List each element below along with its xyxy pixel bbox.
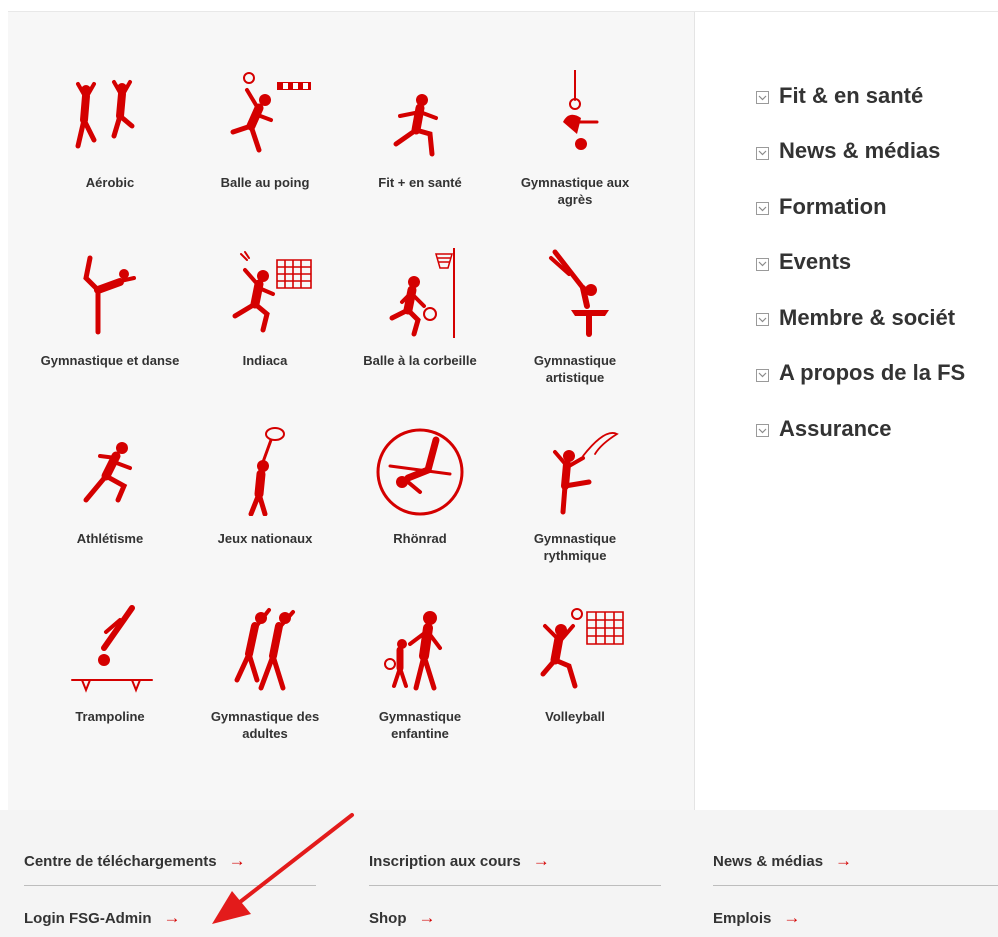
volleyball-icon xyxy=(540,608,624,689)
footer-link-label: Inscription aux cours xyxy=(369,853,521,870)
sport-label: Gymnastique rythmique xyxy=(533,531,617,563)
athletics-icon xyxy=(83,442,132,503)
sport-label: Balle au poing xyxy=(220,175,310,190)
arrow-right-icon: → xyxy=(163,908,181,927)
rhythmic-gymnastics-icon xyxy=(553,432,619,515)
sport-label: Rhönrad xyxy=(393,531,447,546)
sport-tile-corbeille[interactable]: Balle à la corbeille xyxy=(350,248,490,418)
vertical-divider xyxy=(694,12,695,810)
main-menu: Fit & en santé News & médias Formation E… xyxy=(756,68,965,457)
aerobic-icon xyxy=(75,80,135,149)
fitness-icon xyxy=(393,94,438,157)
chevron-down-icon xyxy=(756,368,769,382)
chevron-down-icon xyxy=(756,202,769,216)
sport-label: Trampoline xyxy=(75,709,145,724)
sport-tile-agres[interactable]: Gymnastique aux agrès xyxy=(505,70,645,240)
menu-item-label: Fit & en santé xyxy=(779,82,924,108)
sport-tile-jeux-nationaux[interactable]: Jeux nationaux xyxy=(195,426,335,596)
menu-item-label: Formation xyxy=(779,193,887,219)
sport-tile-rhonrad[interactable]: Rhönrad xyxy=(350,426,490,596)
menu-item-formation[interactable]: Formation xyxy=(756,179,965,235)
menu-item-label: Events xyxy=(779,249,852,275)
footer-link-shop[interactable]: Shop → xyxy=(369,908,436,928)
sport-label: Balle à la corbeille xyxy=(363,353,477,368)
fistball-icon xyxy=(230,72,311,153)
trampoline-icon xyxy=(71,605,153,693)
adult-gymnastics-icon xyxy=(234,608,295,691)
menu-item-fit[interactable]: Fit & en santé xyxy=(756,68,965,124)
national-games-icon xyxy=(248,427,285,516)
footer-link-label: Login FSG-Admin xyxy=(24,910,152,927)
footer-divider xyxy=(369,885,661,886)
arrow-right-icon: → xyxy=(418,908,436,927)
rhonrad-icon xyxy=(376,428,464,516)
sport-label: Indiaca xyxy=(242,353,288,368)
footer-link-label: Centre de téléchargements xyxy=(24,853,217,870)
footer-link-login[interactable]: Login FSG-Admin → xyxy=(24,908,180,928)
arrow-right-icon: → xyxy=(228,851,246,870)
pommel-horse-icon xyxy=(549,249,609,337)
menu-item-events[interactable]: Events xyxy=(756,235,965,291)
chevron-down-icon xyxy=(756,424,769,438)
menu-item-apropos[interactable]: A propos de la FS xyxy=(756,346,965,402)
basketball-icon xyxy=(389,248,455,338)
sport-label: Athlétisme xyxy=(76,531,144,546)
footer-divider xyxy=(24,885,316,886)
sport-label: Fit + en santé xyxy=(378,175,462,190)
sport-label: Gymnastique aux agrès xyxy=(520,175,630,207)
sport-label: Gymnastique et danse xyxy=(40,353,180,368)
menu-item-label: A propos de la FS xyxy=(779,360,966,386)
sport-tile-gym-danse[interactable]: Gymnastique et danse xyxy=(40,248,180,418)
menu-item-membre[interactable]: Membre & sociét xyxy=(756,290,965,346)
sport-tile-athletisme[interactable]: Athlétisme xyxy=(40,426,180,596)
sport-label: Jeux nationaux xyxy=(217,531,313,546)
footer-link-label: Shop xyxy=(369,910,407,927)
footer-link-courses[interactable]: Inscription aux cours → xyxy=(369,851,550,871)
footer: Centre de téléchargements → Login FSG-Adm… xyxy=(0,810,998,937)
menu-item-news[interactable]: News & médias xyxy=(756,124,965,180)
sport-label: Volleyball xyxy=(545,709,605,724)
menu-item-label: Assurance xyxy=(779,415,892,441)
sport-tile-adultes[interactable]: Gymnastique des adultes xyxy=(195,604,335,774)
indiaca-icon xyxy=(232,251,312,333)
sport-tile-aerobic[interactable]: Aérobic xyxy=(40,70,180,240)
arrow-right-icon: → xyxy=(835,851,853,870)
menu-item-label: Membre & sociét xyxy=(779,304,956,330)
arrow-right-icon: → xyxy=(532,851,550,870)
children-gymnastics-icon xyxy=(384,611,442,691)
top-divider xyxy=(8,11,998,12)
chevron-down-icon xyxy=(756,313,769,327)
sport-tile-rythmique[interactable]: Gymnastique rythmique xyxy=(505,426,645,596)
menu-item-assurance[interactable]: Assurance xyxy=(756,401,965,457)
footer-link-jobs[interactable]: Emplois → xyxy=(713,908,800,928)
sport-tile-trampoline[interactable]: Trampoline xyxy=(40,604,180,774)
menu-item-label: News & médias xyxy=(779,138,941,164)
arrow-right-icon: → xyxy=(783,908,801,927)
sport-tile-fit[interactable]: Fit + en santé xyxy=(350,70,490,240)
chevron-down-icon xyxy=(756,91,769,105)
sport-tile-balle-au-poing[interactable]: Balle au poing xyxy=(195,70,335,240)
chevron-down-icon xyxy=(756,257,769,271)
sport-label: Aérobic xyxy=(85,175,135,190)
sport-tile-indiaca[interactable]: Indiaca xyxy=(195,248,335,418)
sport-tile-volleyball[interactable]: Volleyball xyxy=(505,604,645,774)
footer-divider xyxy=(713,885,998,886)
footer-link-downloads[interactable]: Centre de téléchargements → xyxy=(24,851,246,871)
sport-tile-enfantine[interactable]: Gymnastique enfantine xyxy=(350,604,490,774)
gym-dance-icon xyxy=(83,255,136,335)
footer-link-news[interactable]: News & médias → xyxy=(713,851,852,871)
chevron-down-icon xyxy=(756,146,769,160)
rings-gymnastics-icon xyxy=(563,70,599,150)
footer-link-label: News & médias xyxy=(713,853,824,870)
sport-label: Gymnastique artistique xyxy=(533,353,617,385)
footer-link-label: Emplois xyxy=(713,910,772,927)
sport-tile-artistique[interactable]: Gymnastique artistique xyxy=(505,248,645,418)
sport-label: Gymnastique enfantine xyxy=(378,709,462,741)
sport-label: Gymnastique des adultes xyxy=(210,709,320,741)
